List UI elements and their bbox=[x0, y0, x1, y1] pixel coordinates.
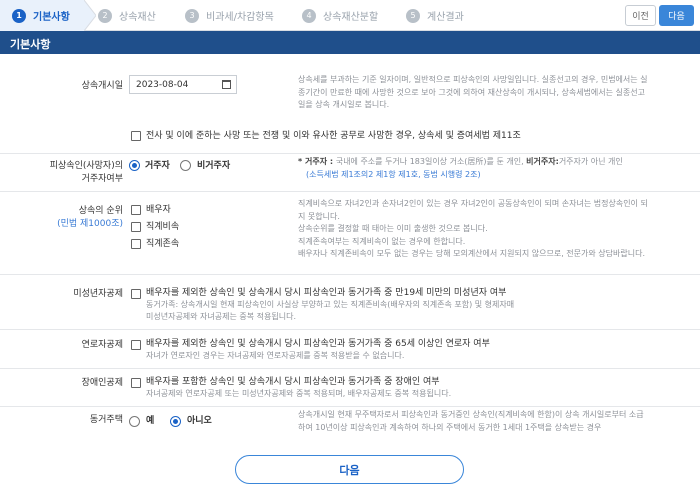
war-death-label: 전사 및 이에 준하는 사망 또는 전쟁 및 이와 유사한 공무로 사망한 경우… bbox=[146, 131, 521, 141]
residency-help: * 거주자 : 국내에 주소를 두거나 183일이상 거소(居所)를 둔 개인,… bbox=[298, 156, 696, 181]
order-label-line1: 상속의 순위 bbox=[78, 206, 123, 216]
minor-label: 미성년자공제 bbox=[73, 289, 123, 299]
step-2[interactable]: 2 상속재산 bbox=[98, 0, 178, 31]
residency-label: 피상속인(사망자)의 거주자여부 bbox=[28, 160, 123, 186]
step-label: 상속재산분할 bbox=[323, 12, 379, 23]
order-label: 상속의 순위 (민법 제1000조) bbox=[40, 205, 123, 231]
cohabit-no-radio[interactable] bbox=[170, 416, 181, 427]
disabled-sub1: 자녀공제와 연로자공제 또는 미성년자공제와 중복 적용되며, 배우자공제도 중… bbox=[146, 389, 452, 398]
row-inheritance-order: 상속의 순위 (민법 제1000조) 배우자 직계비속 직계존속 직계비속으로 … bbox=[0, 192, 700, 275]
help-line: 종기간이 만료한 때에 사망한 것으로 보아 그것에 의하여 재산상속이 개시되… bbox=[298, 87, 645, 97]
nonresident-label: 비거주자 bbox=[197, 161, 231, 171]
disabled-checkbox[interactable] bbox=[131, 378, 141, 388]
cohabit-no-label: 아니오 bbox=[187, 416, 212, 426]
section-header: 기본사항 bbox=[0, 31, 700, 54]
prev-button[interactable]: 이전 bbox=[625, 5, 656, 26]
help-line: 상속순위를 결정할 때 태아는 이미 출생한 것으로 봅니다. bbox=[298, 224, 488, 233]
minor-checkbox[interactable] bbox=[131, 289, 141, 299]
row-residency: 피상속인(사망자)의 거주자여부 거주자 비거주자 * 거주자 : 국내에 주소… bbox=[0, 154, 700, 192]
step-label: 기본사항 bbox=[33, 12, 70, 23]
help-line: 일을 상속 개시일로 봅니다. bbox=[298, 100, 390, 109]
start-date-value: 2023-08-04 bbox=[136, 79, 189, 90]
step-number: 2 bbox=[98, 8, 112, 23]
help-line: 하여 10년이상 피상속인과 계속하여 하나의 주택에서 동거한 1세대 1주택… bbox=[298, 422, 602, 432]
step-4[interactable]: 4 상속재산분할 bbox=[302, 0, 402, 31]
step-number: 3 bbox=[185, 8, 199, 23]
help-text: 국내에 주소를 두거나 183일이상 거소(居所)를 둔 개인, bbox=[335, 157, 527, 166]
help-line: 직계비속으로 자녀2인과 손자녀2인이 있는 경우 자녀2인이 공동상속인이 되… bbox=[298, 199, 648, 208]
order-help: 직계비속으로 자녀2인과 손자녀2인이 있는 경우 자녀2인이 공동상속인이 되… bbox=[298, 198, 696, 261]
help-bold: 비거주자: bbox=[526, 157, 559, 166]
step-1[interactable]: 1 기본사항 bbox=[0, 0, 96, 31]
section-title: 기본사항 bbox=[10, 38, 51, 51]
resident-radio[interactable] bbox=[129, 160, 140, 171]
resident-label: 거주자 bbox=[145, 161, 170, 171]
residency-label-line1: 피상속인(사망자)의 bbox=[49, 161, 123, 171]
minor-sub2: 미성년자공제와 자녀공제는 중복 적용됩니다. bbox=[146, 312, 297, 321]
cohabit-yes-label: 예 bbox=[146, 416, 155, 426]
residency-label-line2: 거주자여부 bbox=[81, 174, 123, 184]
disabled-label: 장애인공제 bbox=[81, 378, 123, 388]
help-line: 상속개시일 현재 무주택자로서 피상속인과 동거중인 상속인(직계비속에 한함)… bbox=[298, 410, 644, 419]
start-date-input[interactable]: 2023-08-04 bbox=[129, 75, 237, 94]
step-bar: 1 기본사항 2 상속재산 3 비과세/차감항목 4 상속재산분할 5 계산결과… bbox=[0, 0, 700, 31]
cohabit-yes-radio[interactable] bbox=[129, 416, 140, 427]
start-date-help: 상속세를 부과하는 기준 일자이며, 일반적으로 피상속인의 사망일입니다. 실… bbox=[298, 74, 693, 112]
residency-help-line2: (소득세법 제1조의2 제1항 제1호, 동법 시행령 2조) bbox=[306, 169, 481, 179]
minor-text: 배우자를 제외한 상속인 및 상속개시 당시 피상속인과 동거가족 중 만19세… bbox=[146, 288, 507, 298]
calendar-icon[interactable] bbox=[222, 80, 231, 89]
help-line: 상속세를 부과하는 기준 일자이며, 일반적으로 피상속인의 사망일입니다. 실… bbox=[298, 75, 648, 84]
nonresident-radio[interactable] bbox=[180, 160, 191, 171]
help-text: 거주자가 아닌 개인 bbox=[558, 157, 623, 166]
step-label: 계산결과 bbox=[427, 12, 464, 23]
step-5[interactable]: 5 계산결과 bbox=[406, 0, 486, 31]
row-start-date: 상속개시일 상속세를 부과하는 기준 일자이며, 일반적으로 피상속인의 사망일… bbox=[0, 54, 700, 154]
descendant-label: 직계비속 bbox=[146, 222, 180, 232]
cohabit-label: 동거주택 bbox=[89, 415, 123, 425]
step-number: 4 bbox=[302, 8, 316, 23]
chevron-right-icon bbox=[84, 0, 96, 31]
elder-sub1: 자녀가 연로자인 경우는 자녀공제와 연로자공제를 중복 적용받을 수 없습니다… bbox=[146, 351, 405, 360]
next-button-top[interactable]: 다음 bbox=[659, 5, 694, 26]
ascendant-checkbox[interactable] bbox=[131, 239, 141, 249]
next-button-bottom[interactable]: 다음 bbox=[235, 455, 464, 484]
help-line: 지 못합니다. bbox=[298, 211, 340, 221]
ascendant-label: 직계존속 bbox=[146, 239, 180, 249]
cohabit-help: 상속개시일 현재 무주택자로서 피상속인과 동거중인 상속인(직계비속에 한함)… bbox=[298, 409, 696, 434]
start-date-label: 상속개시일 bbox=[81, 81, 123, 91]
elder-checkbox[interactable] bbox=[131, 340, 141, 350]
minor-sub1: 동거가족: 상속개시일 현재 피상속인이 사실상 부양하고 있는 직계존비속(배… bbox=[146, 300, 515, 309]
step-label: 비과세/차감항목 bbox=[206, 12, 274, 23]
step-number: 5 bbox=[406, 8, 420, 23]
disabled-text: 배우자를 포함한 상속인 및 상속개시 당시 피상속인과 동거가족 중 장애인 … bbox=[146, 377, 440, 387]
row-elder-deduction: 연로자공제 배우자를 제외한 상속인 및 상속개시 당시 피상속인과 동거가족 … bbox=[0, 330, 700, 369]
descendant-checkbox[interactable] bbox=[131, 222, 141, 232]
help-bold: * 거주자 : bbox=[298, 157, 336, 166]
elder-text: 배우자를 제외한 상속인 및 상속개시 당시 피상속인과 동거가족 중 65세 … bbox=[146, 339, 490, 349]
step-3[interactable]: 3 비과세/차감항목 bbox=[185, 0, 305, 31]
row-cohabit-house: 동거주택 예 아니오 상속개시일 현재 무주택자로서 피상속인과 동거중인 상속… bbox=[0, 407, 700, 443]
elder-label: 연로자공제 bbox=[81, 340, 123, 350]
order-label-line2: (민법 제1000조) bbox=[57, 219, 123, 229]
help-line: 직계존속여부는 직계비속이 없는 경우에 한합니다. bbox=[298, 236, 466, 246]
residency-help-line1: * 거주자 : 국내에 주소를 두거나 183일이상 거소(居所)를 둔 개인,… bbox=[298, 156, 696, 169]
war-death-checkbox[interactable] bbox=[131, 131, 141, 141]
step-number: 1 bbox=[12, 8, 26, 23]
step-label: 상속재산 bbox=[119, 12, 156, 23]
help-line: 배우자나 직계존비속이 모두 없는 경우는 당해 모의계산에서 지원되지 않으므… bbox=[298, 249, 645, 258]
step-list: 1 기본사항 2 상속재산 3 비과세/차감항목 4 상속재산분할 5 계산결과 bbox=[0, 0, 480, 31]
row-minor-deduction: 미성년자공제 배우자를 제외한 상속인 및 상속개시 당시 피상속인과 동거가족… bbox=[0, 275, 700, 330]
spouse-label: 배우자 bbox=[146, 205, 171, 215]
spouse-checkbox[interactable] bbox=[131, 205, 141, 215]
row-disabled-deduction: 장애인공제 배우자를 포함한 상속인 및 상속개시 당시 피상속인과 동거가족 … bbox=[0, 369, 700, 407]
